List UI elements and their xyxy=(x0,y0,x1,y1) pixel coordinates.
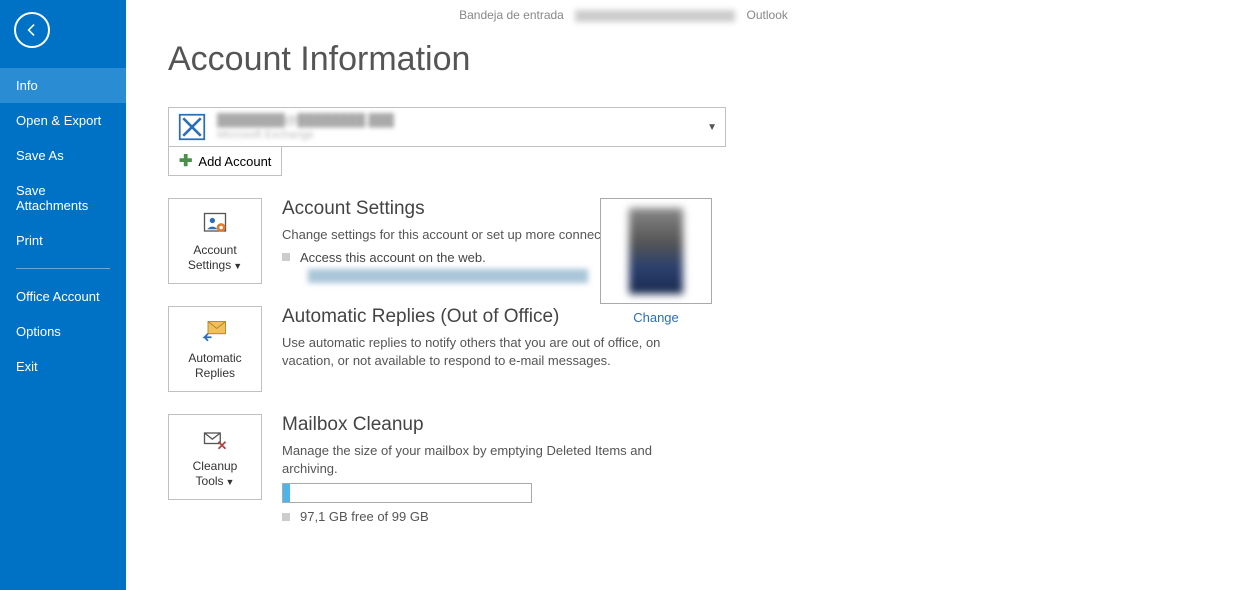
profile-photo xyxy=(629,208,683,294)
back-arrow-icon xyxy=(23,21,41,39)
window-titlebar: Bandeja de entrada Outlook xyxy=(0,8,1247,22)
cleanup-tools-icon xyxy=(201,425,229,455)
plus-icon: ✚ xyxy=(179,151,192,171)
dropdown-caret-icon: ▼ xyxy=(226,477,235,487)
mailbox-cleanup-desc: Manage the size of your mailbox by empty… xyxy=(282,442,702,477)
add-account-label: Add Account xyxy=(198,154,271,169)
sidebar-item-print[interactable]: Print xyxy=(0,223,126,258)
automatic-replies-title: Automatic Replies (Out of Office) xyxy=(282,306,702,328)
section-mailbox-cleanup: Cleanup Tools▼ Mailbox Cleanup Manage th… xyxy=(168,414,1207,524)
sidebar-item-save-attachments[interactable]: Save Attachments xyxy=(0,173,126,223)
titlebar-account-redacted xyxy=(575,10,735,22)
profile-photo-frame xyxy=(600,198,712,304)
backstage-sidebar: Info Open & Export Save As Save Attachme… xyxy=(0,0,126,590)
dropdown-caret-icon: ▼ xyxy=(233,261,242,271)
sidebar-item-open-export[interactable]: Open & Export xyxy=(0,103,126,138)
mailbox-cleanup-title: Mailbox Cleanup xyxy=(282,414,702,436)
cleanup-tools-button[interactable]: Cleanup Tools▼ xyxy=(168,414,262,500)
account-text: ████████@████████.███ Microsoft Exchange xyxy=(217,113,707,141)
web-access-text: Access this account on the web. xyxy=(300,250,486,265)
exchange-icon xyxy=(177,112,207,142)
storage-bar-fill xyxy=(283,484,290,502)
storage-bar xyxy=(282,483,532,503)
storage-text: 97,1 GB free of 99 GB xyxy=(300,509,429,524)
automatic-replies-button[interactable]: Automatic Replies xyxy=(168,306,262,392)
bullet-icon xyxy=(282,253,290,261)
sidebar-item-exit[interactable]: Exit xyxy=(0,349,126,384)
main-content: Account Information ████████@████████.██… xyxy=(126,0,1247,590)
titlebar-left: Bandeja de entrada xyxy=(459,8,564,22)
page-title: Account Information xyxy=(168,40,1207,79)
titlebar-right: Outlook xyxy=(747,8,788,22)
sidebar-item-save-as[interactable]: Save As xyxy=(0,138,126,173)
sidebar-item-info[interactable]: Info xyxy=(0,68,126,103)
add-account-button[interactable]: ✚ Add Account xyxy=(168,146,282,176)
automatic-replies-icon xyxy=(201,317,229,347)
account-type: Microsoft Exchange xyxy=(217,129,707,141)
account-selector[interactable]: ████████@████████.███ Microsoft Exchange… xyxy=(168,107,726,147)
account-settings-button[interactable]: Account Settings▼ xyxy=(168,198,262,284)
section-automatic-replies: Automatic Replies Automatic Replies (Out… xyxy=(168,306,1207,392)
account-email: ████████@████████.███ xyxy=(217,113,707,127)
sidebar-item-office-account[interactable]: Office Account xyxy=(0,279,126,314)
web-access-url[interactable] xyxy=(308,269,588,283)
sidebar-divider xyxy=(16,268,110,269)
bullet-icon xyxy=(282,513,290,521)
chevron-down-icon: ▼ xyxy=(707,122,717,133)
account-settings-icon xyxy=(201,209,229,239)
section-account-settings: Account Settings▼ Account Settings Chang… xyxy=(168,198,1207,284)
account-settings-btn-label: Account Settings xyxy=(188,243,237,272)
sidebar-item-options[interactable]: Options xyxy=(0,314,126,349)
automatic-replies-desc: Use automatic replies to notify others t… xyxy=(282,334,702,369)
automatic-replies-btn-label: Automatic Replies xyxy=(173,351,257,381)
